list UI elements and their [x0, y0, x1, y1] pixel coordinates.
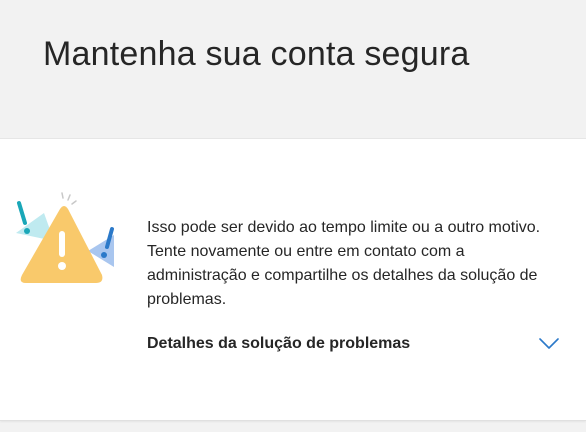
warning-illustration-icon [16, 192, 114, 283]
page-title: Mantenha sua conta segura [43, 35, 470, 73]
page-header: Mantenha sua conta segura [0, 0, 586, 137]
troubleshooting-details-toggle[interactable]: Detalhes da solução de problemas [147, 332, 559, 358]
chevron-down-icon [539, 338, 559, 349]
troubleshooting-details-label: Detalhes da solução de problemas [147, 335, 411, 352]
error-card: Isso pode ser devido ao tempo limite ou … [0, 138, 586, 421]
error-message: Isso pode ser devido ao tempo limite ou … [147, 219, 541, 308]
